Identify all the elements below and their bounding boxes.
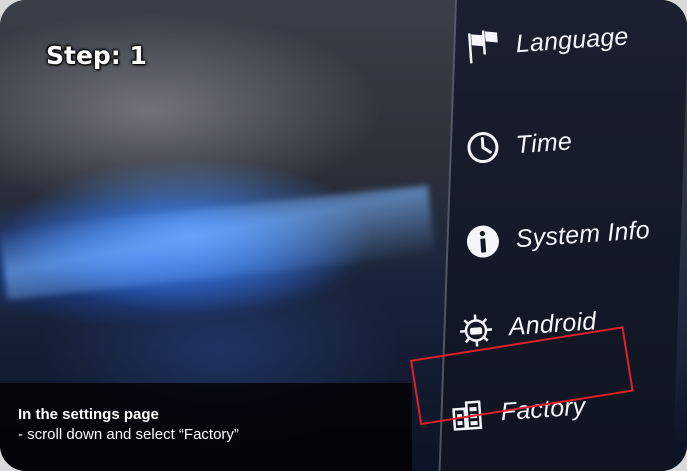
android-gear-icon: [454, 307, 499, 352]
clock-icon: [461, 125, 506, 170]
caption-subtitle: - scroll down and select “Factory”: [18, 426, 239, 443]
screenshot-frame: Step: 1 Language Time System Info Androi…: [0, 0, 687, 471]
menu-item-label: System Info: [514, 215, 651, 253]
menu-item-time[interactable]: Time: [461, 120, 574, 170]
flags-icon: [461, 24, 506, 69]
menu-item-label: Time: [514, 126, 573, 159]
info-icon: [461, 219, 506, 264]
menu-item-label: Language: [514, 21, 630, 58]
instruction-caption: In the settings page - scroll down and s…: [0, 383, 412, 471]
caption-title: In the settings page: [18, 406, 159, 423]
step-label: Step: 1: [46, 41, 147, 70]
